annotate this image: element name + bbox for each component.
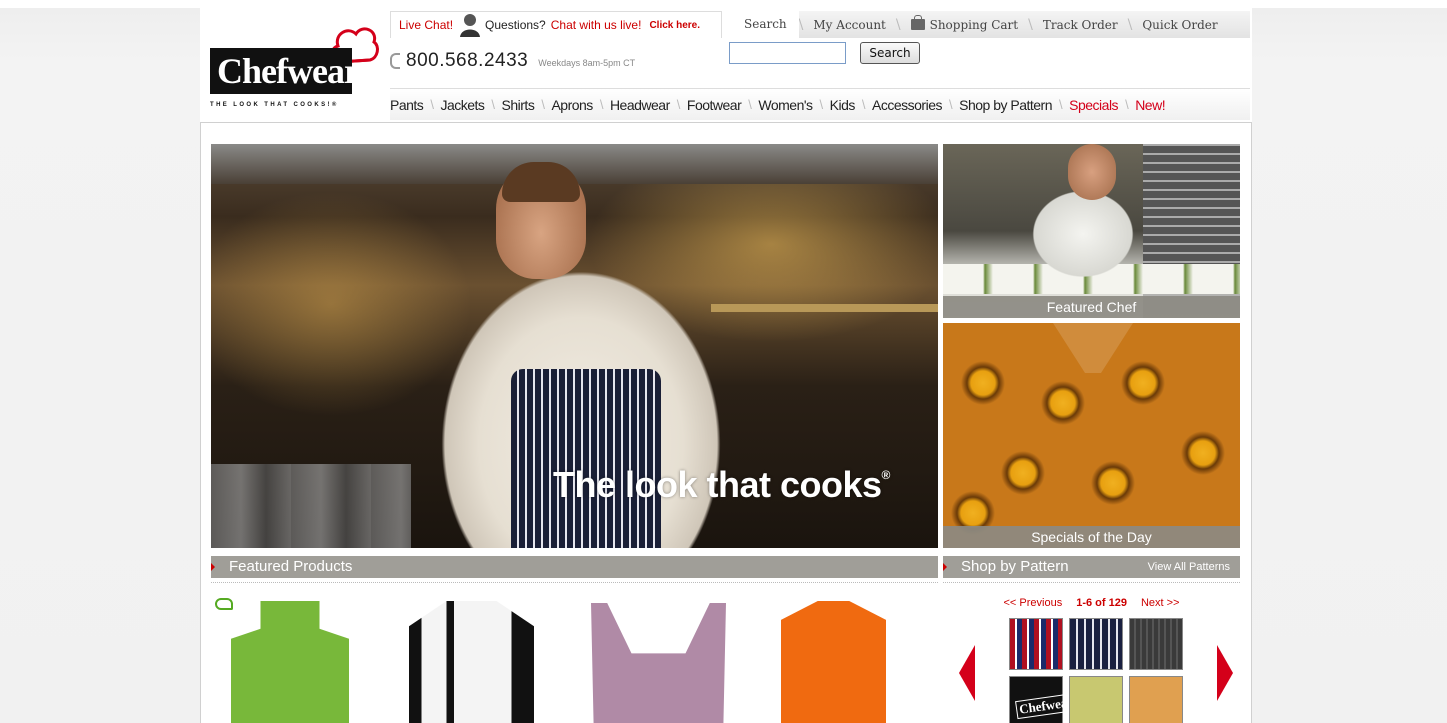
tab-shopping-cart[interactable]: Shopping Cart: [901, 14, 1029, 32]
specials-caption: Specials of the Day: [943, 526, 1240, 548]
pattern-swatch[interactable]: [1129, 618, 1183, 670]
hero-banner[interactable]: The look that cooks®: [211, 144, 938, 548]
nav-headwear[interactable]: Headwear: [610, 97, 670, 113]
specials-panel[interactable]: Specials of the Day: [943, 323, 1240, 548]
bullet-arrow-icon: [211, 563, 215, 571]
nav-kids[interactable]: Kids: [830, 97, 856, 113]
next-link[interactable]: Next >>: [1141, 597, 1180, 617]
search-button[interactable]: Search: [860, 42, 920, 64]
main-nav: Pants \ Jackets \ Shirts \ Aprons \ Headwear…: [390, 88, 1250, 120]
tab-my-account[interactable]: My Account: [803, 18, 896, 32]
shopping-bag-icon: [910, 14, 925, 30]
hero-striped-apron: [511, 369, 661, 548]
shirt-collar: [1053, 323, 1133, 373]
phone-hours: Weekdays 8am-5pm CT: [538, 58, 636, 68]
hero-tagline: The look that cooks®: [553, 464, 890, 505]
nav-shop-by-pattern[interactable]: Shop by Pattern: [959, 97, 1052, 113]
live-chat-bar[interactable]: Live Chat! Questions? Chat with us live!…: [390, 11, 722, 38]
chat-live-link[interactable]: Chat with us live!: [551, 18, 642, 32]
shop-by-pattern-title: Shop by Pattern: [961, 558, 1069, 575]
tab-quick-order[interactable]: Quick Order: [1132, 18, 1227, 32]
nav-accessories[interactable]: Accessories: [872, 97, 942, 113]
pattern-swatch[interactable]: [1069, 676, 1123, 723]
content-frame: The look that cooks® Featured Chef Speci…: [200, 122, 1252, 723]
view-all-patterns-link[interactable]: View All Patterns: [1148, 556, 1230, 578]
bullet-arrow-icon: [943, 563, 947, 571]
divider: [943, 582, 1240, 583]
previous-arrow-icon[interactable]: [959, 645, 975, 701]
hero-pots: [211, 464, 411, 548]
pattern-swatch[interactable]: Chefwear: [1009, 676, 1078, 723]
chat-agent-avatar: [459, 13, 481, 37]
logo-tagline: THE LOOK THAT COOKS!®: [210, 102, 339, 108]
shopping-cart-label: Shopping Cart: [929, 17, 1019, 32]
next-arrow-icon[interactable]: [1217, 645, 1233, 701]
featured-products-header: Featured Products: [211, 556, 938, 578]
nav-new[interactable]: New!: [1135, 97, 1165, 113]
phone-icon: [390, 53, 400, 69]
chefwear-logo[interactable]: Chefwear THE LOOK THAT COOKS!®: [210, 22, 380, 118]
hero-chef-head: [496, 162, 586, 279]
featured-chef-caption: Featured Chef: [943, 296, 1240, 318]
search-panel: Search: [724, 38, 1250, 70]
pattern-count: 1-6 of 129: [1076, 597, 1127, 609]
nav-pants[interactable]: Pants: [390, 97, 424, 113]
pattern-swatch[interactable]: [1129, 676, 1183, 723]
tab-track-order[interactable]: Track Order: [1033, 18, 1128, 32]
questions-text: Questions?: [485, 18, 546, 32]
pattern-swatch[interactable]: [1009, 618, 1063, 670]
pattern-pager: << Previous 1-6 of 129 Next >>: [943, 597, 1240, 617]
nav-shirts[interactable]: Shirts: [502, 97, 535, 113]
product-orange-coat[interactable]: [781, 601, 886, 723]
featured-chef-panel[interactable]: Featured Chef: [943, 144, 1240, 318]
nav-specials[interactable]: Specials: [1069, 97, 1118, 113]
logo-wordmark: Chefwear: [210, 48, 360, 94]
shop-by-pattern-header: Shop by Pattern View All Patterns: [943, 556, 1240, 578]
site-shell: Chefwear THE LOOK THAT COOKS!® Live Chat…: [200, 8, 1252, 723]
pattern-logo-text: Chefwear: [1015, 692, 1078, 720]
divider: [211, 582, 938, 583]
featured-chef-head: [1068, 144, 1116, 200]
click-here-link[interactable]: Click here.: [649, 20, 700, 31]
nav-aprons[interactable]: Aprons: [551, 97, 593, 113]
nav-footwear[interactable]: Footwear: [687, 97, 742, 113]
phone-number: 800.568.2433: [406, 50, 529, 71]
nav-womens[interactable]: Women's: [758, 97, 813, 113]
pattern-swatch[interactable]: [1069, 618, 1123, 670]
phone-contact: 800.568.2433 Weekdays 8am-5pm CT: [390, 50, 635, 72]
product-chef-jacket[interactable]: [409, 601, 534, 723]
live-chat-label[interactable]: Live Chat!: [399, 18, 453, 32]
utility-nav: Search \ My Account \ Shopping Cart \ Tr…: [724, 11, 1250, 38]
previous-link[interactable]: << Previous: [1004, 597, 1063, 617]
search-input[interactable]: [729, 42, 846, 64]
nav-jackets[interactable]: Jackets: [440, 97, 484, 113]
eco-leaf-icon: [215, 598, 233, 610]
featured-products-title: Featured Products: [229, 558, 353, 575]
product-purple-apron[interactable]: [591, 603, 726, 723]
product-green-apron[interactable]: [231, 601, 349, 723]
tab-search[interactable]: Search: [724, 11, 799, 38]
